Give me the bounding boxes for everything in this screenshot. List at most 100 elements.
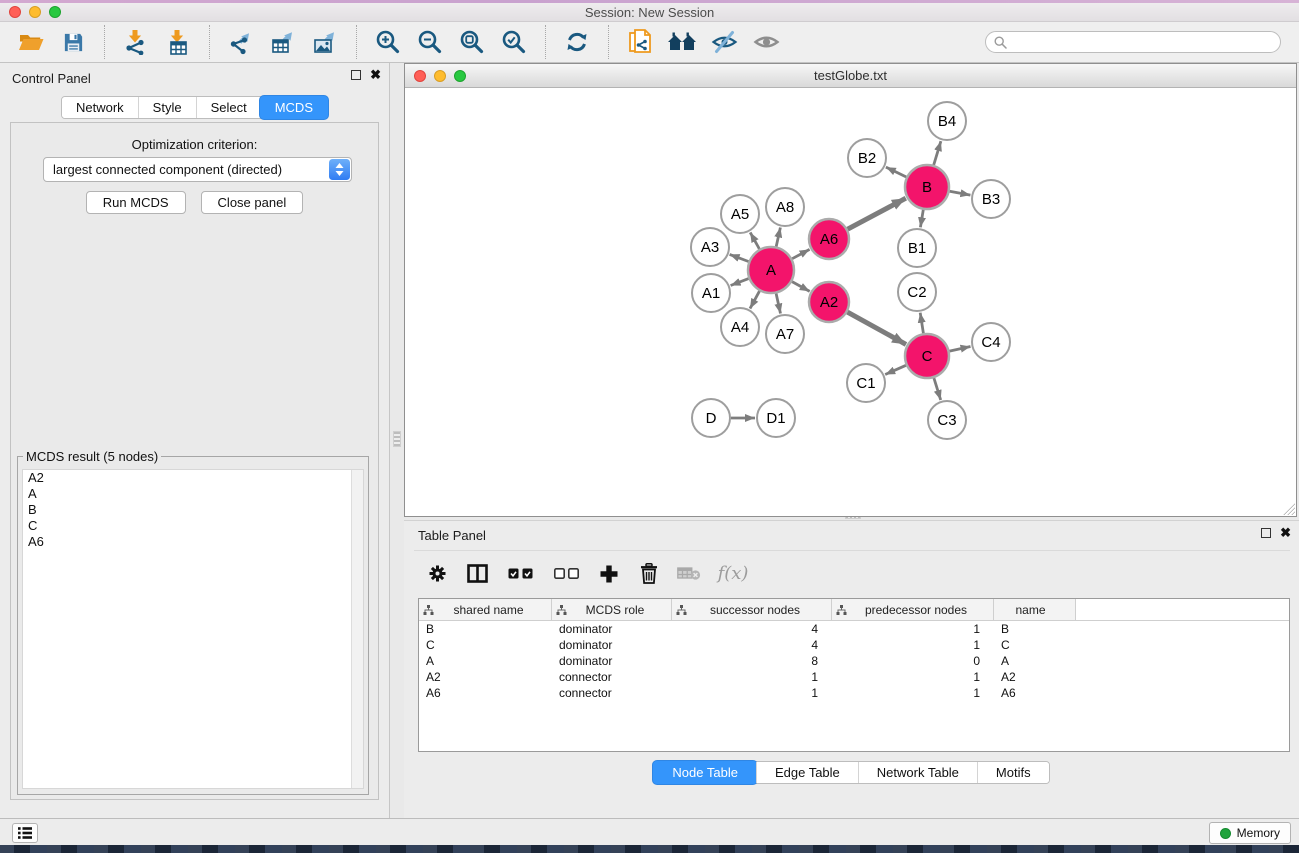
tab-select[interactable]: Select <box>196 97 261 118</box>
export-network-button[interactable] <box>226 27 256 57</box>
graph-edge-A-A5[interactable] <box>750 232 759 249</box>
graph-edge-A-A8[interactable] <box>776 228 780 247</box>
table-cell[interactable]: A2 <box>994 669 1076 685</box>
graph-edge-B-B2[interactable] <box>886 167 906 177</box>
table-cell[interactable]: 1 <box>832 669 994 685</box>
close-table-panel-icon[interactable]: ✖ <box>1280 528 1291 538</box>
run-mcds-button[interactable]: Run MCDS <box>86 191 186 214</box>
column-header-successor-nodes[interactable]: successor nodes <box>672 599 832 620</box>
graph-edge-A-A2[interactable] <box>792 282 810 292</box>
save-session-button[interactable] <box>58 27 88 57</box>
float-table-panel-icon[interactable] <box>1261 528 1271 538</box>
toggle-graphics-details-button[interactable] <box>709 27 739 57</box>
mcds-result-item[interactable]: A2 <box>23 470 363 486</box>
table-cell[interactable]: connector <box>552 669 672 685</box>
table-row[interactable]: Adominator80A <box>419 653 1289 669</box>
table-cell[interactable]: 1 <box>672 685 832 701</box>
float-panel-icon[interactable] <box>351 70 361 80</box>
graph-edge-A2-C[interactable] <box>847 312 906 344</box>
table-cell[interactable]: 4 <box>672 621 832 637</box>
export-image-button[interactable] <box>310 27 340 57</box>
memory-button[interactable]: Memory <box>1209 822 1291 844</box>
table-cell[interactable]: 1 <box>832 621 994 637</box>
table-cell[interactable]: 1 <box>672 669 832 685</box>
table-row[interactable]: A6connector11A6 <box>419 685 1289 701</box>
mcds-result-item[interactable]: A6 <box>23 534 363 550</box>
graph-edge-B-B4[interactable] <box>934 141 941 165</box>
tab-network-table[interactable]: Network Table <box>858 762 977 783</box>
table-row[interactable]: Bdominator41B <box>419 621 1289 637</box>
refresh-view-button[interactable] <box>562 27 592 57</box>
graph-edge-B-B1[interactable] <box>920 210 923 228</box>
graph-edge-A6-B[interactable] <box>848 198 906 229</box>
column-header-predecessor-nodes[interactable]: predecessor nodes <box>832 599 994 620</box>
task-history-button[interactable] <box>12 823 38 843</box>
zoom-in-button[interactable] <box>373 27 403 57</box>
window-resize-grip[interactable] <box>1281 501 1295 515</box>
graph-edge-A-A1[interactable] <box>731 279 749 286</box>
graph-edge-C-C3[interactable] <box>934 378 941 400</box>
deselect-all-button[interactable] <box>550 561 582 587</box>
mcds-result-item[interactable]: A <box>23 486 363 502</box>
graph-edge-A-A3[interactable] <box>730 254 749 261</box>
mcds-result-item[interactable]: C <box>23 518 363 534</box>
open-session-button[interactable] <box>16 27 46 57</box>
table-cell[interactable]: C <box>994 637 1076 653</box>
zoom-out-button[interactable] <box>415 27 445 57</box>
criterion-dropdown[interactable]: largest connected component (directed) <box>43 157 352 182</box>
graph-edge-A-A4[interactable] <box>750 291 760 309</box>
column-header-shared-name[interactable]: shared name <box>419 599 552 620</box>
import-network-button[interactable] <box>121 27 151 57</box>
new-network-from-selection-button[interactable] <box>625 27 655 57</box>
table-cell[interactable]: A6 <box>994 685 1076 701</box>
tab-network[interactable]: Network <box>62 97 138 118</box>
graph-edge-C-C1[interactable] <box>885 365 906 374</box>
mcds-result-item[interactable]: B <box>23 502 363 518</box>
close-panel-icon[interactable]: ✖ <box>370 70 381 80</box>
tab-edge-table[interactable]: Edge Table <box>756 762 858 783</box>
create-column-button[interactable] <box>596 561 622 587</box>
table-cell[interactable]: B <box>994 621 1076 637</box>
graph-edge-C-C2[interactable] <box>920 313 923 334</box>
graph-edge-B-B3[interactable] <box>950 191 971 195</box>
graph-edge-A-A7[interactable] <box>776 293 780 313</box>
zoom-fit-button[interactable] <box>457 27 487 57</box>
column-header-name[interactable]: name <box>994 599 1076 620</box>
table-cell[interactable]: B <box>419 621 552 637</box>
table-cell[interactable]: 1 <box>832 685 994 701</box>
tab-mcds[interactable]: MCDS <box>260 96 328 119</box>
delete-column-button[interactable] <box>636 561 662 587</box>
home-button[interactable] <box>667 27 697 57</box>
table-row[interactable]: A2connector11A2 <box>419 669 1289 685</box>
table-settings-button[interactable] <box>424 561 450 587</box>
table-cell[interactable]: dominator <box>552 637 672 653</box>
table-cell[interactable]: A <box>419 653 552 669</box>
table-row[interactable]: Cdominator41C <box>419 637 1289 653</box>
table-cell[interactable]: 4 <box>672 637 832 653</box>
result-list-scrollbar[interactable] <box>351 470 363 788</box>
close-panel-button[interactable]: Close panel <box>201 191 304 214</box>
tab-node-table[interactable]: Node Table <box>653 761 757 784</box>
table-cell[interactable]: A6 <box>419 685 552 701</box>
table-cell[interactable]: 8 <box>672 653 832 669</box>
toggle-bird-view-button[interactable] <box>751 27 781 57</box>
export-table-button[interactable] <box>268 27 298 57</box>
tab-style[interactable]: Style <box>138 97 196 118</box>
zoom-selected-button[interactable] <box>499 27 529 57</box>
search-input[interactable] <box>1012 35 1272 50</box>
table-cell[interactable]: dominator <box>552 653 672 669</box>
table-cell[interactable]: 1 <box>832 637 994 653</box>
network-canvas[interactable]: B4B2BB3A8A5A6B1A3AA1C2A2A4A7C4CC1C3DD1 <box>405 89 1296 516</box>
table-cell[interactable]: A2 <box>419 669 552 685</box>
table-cell[interactable]: A <box>994 653 1076 669</box>
column-header-MCDS-role[interactable]: MCDS role <box>552 599 672 620</box>
mcds-result-list[interactable]: A2ABCA6 <box>22 469 364 789</box>
vertical-split-grip[interactable] <box>393 431 401 447</box>
column-layout-button[interactable] <box>464 561 490 587</box>
table-cell[interactable]: dominator <box>552 621 672 637</box>
table-cell[interactable]: C <box>419 637 552 653</box>
tab-motifs[interactable]: Motifs <box>977 762 1049 783</box>
table-cell[interactable]: 0 <box>832 653 994 669</box>
graph-edge-A-A6[interactable] <box>792 249 809 258</box>
import-table-button[interactable] <box>163 27 193 57</box>
